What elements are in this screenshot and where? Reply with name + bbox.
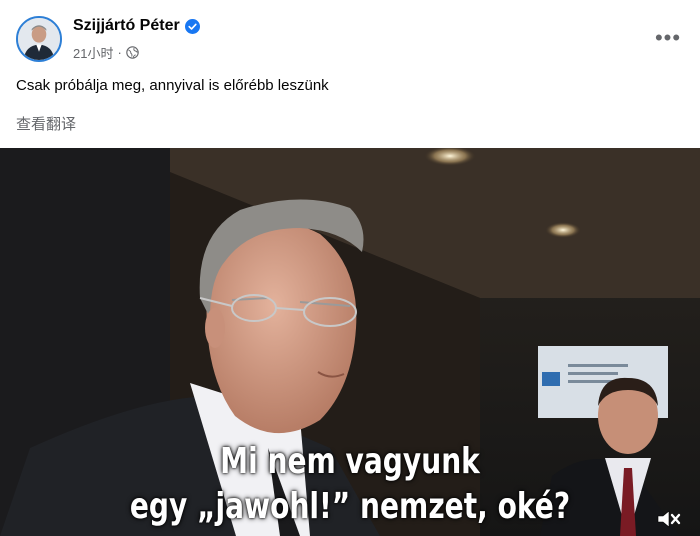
post-header: Szijjártó Péter 21小时 · ••• (0, 0, 700, 70)
screen-number: 10 (543, 372, 557, 387)
mute-icon (657, 510, 681, 528)
author-row: Szijjártó Péter (73, 17, 200, 35)
avatar-image (18, 18, 60, 60)
caption-line-2: egy „jawohl!” nemzet, oké? (129, 486, 571, 527)
see-translation-link[interactable]: 查看翻译 (16, 113, 76, 134)
video-player[interactable]: 10 Mi nem vagyunk egy „jawohl!” nemzet, … (0, 148, 700, 536)
caption-line-1: Mi nem vagyunk (220, 441, 480, 482)
post-text: Csak próbálja meg, annyival is előrébb l… (16, 77, 329, 94)
more-icon: ••• (654, 25, 682, 50)
post-timestamp[interactable]: 21小时 (73, 43, 113, 62)
avatar[interactable] (16, 16, 62, 62)
mute-button[interactable] (656, 508, 682, 530)
post-meta: 21小时 · (73, 43, 139, 62)
author-name[interactable]: Szijjártó Péter (73, 17, 180, 35)
more-options-button[interactable]: ••• (650, 20, 686, 56)
meta-separator: · (117, 45, 122, 60)
verified-icon (184, 18, 200, 34)
globe-icon (126, 46, 139, 59)
